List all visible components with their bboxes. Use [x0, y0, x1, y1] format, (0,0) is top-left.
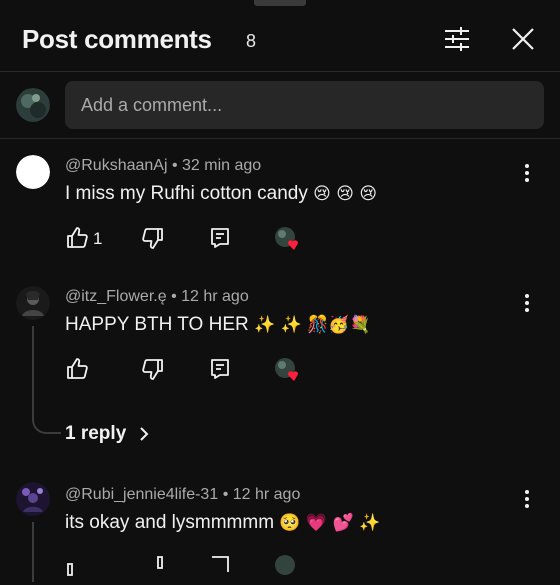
thumbs-down-icon — [157, 556, 163, 569]
close-button[interactable] — [508, 24, 538, 54]
comment-time: 12 hr ago — [232, 486, 301, 503]
thumbs-up-icon — [67, 563, 73, 576]
like-count: 1 — [93, 229, 103, 248]
reply-icon — [211, 359, 229, 379]
sort-icon — [445, 27, 469, 51]
comment-count: 8 — [246, 31, 257, 51]
comment-time: 32 min ago — [182, 157, 262, 174]
reply-icon — [212, 556, 229, 572]
creator-heart-icon — [275, 227, 298, 250]
more-vert-icon — [525, 490, 529, 508]
thread-line — [32, 522, 61, 582]
comment-author[interactable]: @RukshaanAj — [65, 157, 168, 174]
like-button[interactable] — [65, 226, 89, 255]
comment-meta: @itz_Flower.ę • 12 hr ago — [65, 288, 249, 305]
reply-button[interactable] — [208, 226, 232, 255]
reply-button[interactable] — [208, 357, 232, 386]
comment-text-content: its okay and lysmmmmm — [65, 512, 275, 533]
comment-emojis: ✨ ✨ 🎊🥳💐 — [254, 315, 371, 335]
comment-text-content: HAPPY BTH TO HER — [65, 314, 249, 335]
comment-time: 12 hr ago — [181, 288, 249, 305]
dislike-button[interactable] — [141, 226, 165, 255]
comment-meta: @Rubi_jennie4life-31 • 12 hr ago — [65, 486, 301, 503]
comment-text-content: I miss my Rufhi cotton candy — [65, 183, 308, 204]
creator-heart-badge — [274, 226, 302, 257]
thread-line — [32, 326, 61, 434]
sort-button[interactable] — [442, 24, 472, 54]
comments-header: Post comments 8 — [0, 0, 560, 72]
comment-emojis: 🥺 💗 💕 ✨ — [279, 513, 381, 533]
my-avatar — [16, 88, 50, 122]
comment-text: its okay and lysmmmmm 🥺 💗 💕 ✨ — [65, 512, 380, 534]
like-button[interactable] — [65, 554, 89, 583]
close-icon — [512, 28, 534, 50]
view-replies-button[interactable]: 1 reply — [65, 423, 150, 445]
comment-item: @Rubi_jennie4life-31 • 12 hr ago its oka… — [0, 466, 560, 582]
comment-composer — [0, 72, 560, 139]
thumbs-up-icon — [67, 227, 88, 248]
comment-item: @itz_Flower.ę • 12 hr ago HAPPY BTH TO H… — [0, 270, 560, 460]
dislike-button[interactable] — [141, 554, 165, 583]
comment-author[interactable]: @itz_Flower.ę — [65, 288, 167, 305]
comment-actions — [65, 357, 305, 383]
comment-item: @RukshaanAj • 32 min ago I miss my Rufhi… — [0, 140, 560, 264]
thumbs-down-icon — [142, 228, 163, 249]
reply-button[interactable] — [208, 554, 232, 583]
avatar[interactable] — [16, 155, 50, 189]
creator-heart-badge — [274, 554, 302, 585]
replies-label: 1 reply — [65, 423, 127, 444]
avatar[interactable] — [16, 482, 50, 516]
more-vert-icon — [525, 294, 529, 312]
comment-emojis: 😢 😢 😢 — [313, 184, 378, 204]
thumbs-down-icon — [142, 359, 163, 380]
more-options-button[interactable] — [516, 292, 538, 314]
comment-meta: @RukshaanAj • 32 min ago — [65, 157, 262, 174]
dislike-button[interactable] — [141, 357, 165, 386]
page-title: Post comments — [22, 24, 212, 54]
creator-heart-badge — [274, 357, 302, 388]
more-vert-icon — [525, 164, 529, 182]
comment-text: HAPPY BTH TO HER ✨ ✨ 🎊🥳💐 — [65, 314, 371, 336]
comment-input[interactable] — [65, 81, 544, 129]
chevron-right-icon — [139, 427, 148, 441]
more-options-button[interactable] — [516, 488, 538, 510]
comment-actions — [65, 554, 305, 580]
comment-author[interactable]: @Rubi_jennie4life-31 — [65, 486, 218, 503]
creator-heart-icon — [275, 358, 298, 381]
more-options-button[interactable] — [516, 162, 538, 184]
creator-heart-icon — [275, 555, 295, 575]
avatar[interactable] — [16, 286, 50, 320]
thumbs-up-icon — [67, 358, 88, 379]
comment-actions: 1 — [65, 226, 305, 252]
like-button[interactable] — [65, 357, 89, 386]
reply-icon — [211, 228, 229, 248]
comment-text: I miss my Rufhi cotton candy 😢 😢 😢 — [65, 183, 377, 205]
